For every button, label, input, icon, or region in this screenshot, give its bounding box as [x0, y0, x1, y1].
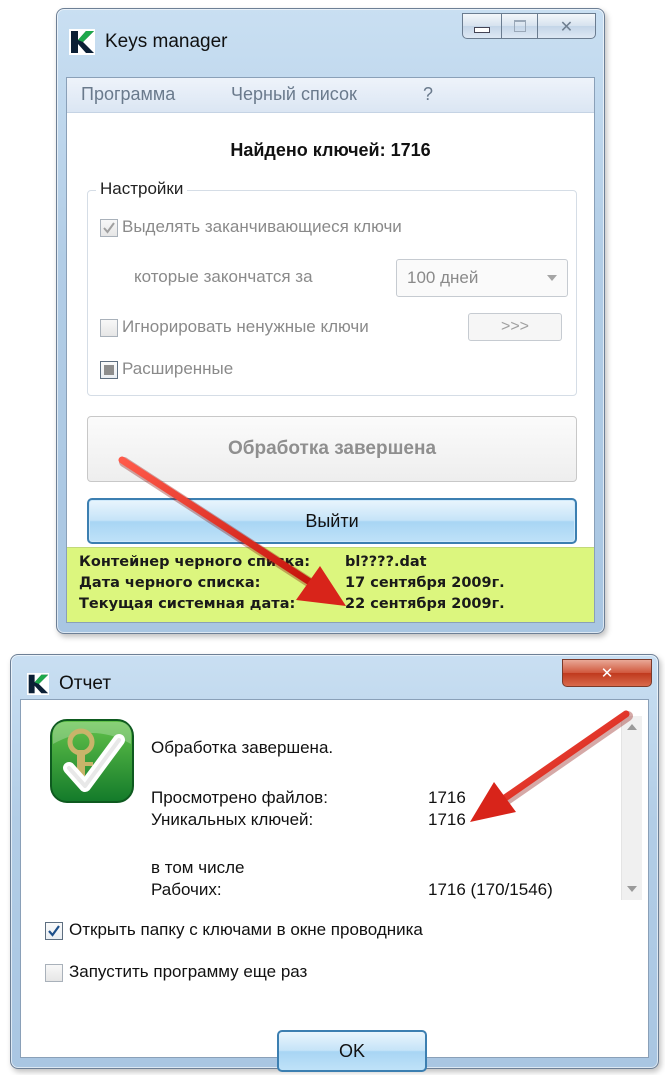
- files-viewed-label: Просмотрено файлов:: [151, 788, 328, 807]
- exit-button[interactable]: Выйти: [87, 498, 577, 544]
- working-keys-value: 1716 (170/1546): [428, 880, 553, 899]
- menu-bar: Программа Черный список ?: [67, 78, 594, 113]
- unique-keys-label: Уникальных ключей:: [151, 810, 314, 829]
- blacklist-date-label: Дата черного списка:: [79, 575, 261, 591]
- blacklist-container-label: Контейнер черного списка:: [79, 554, 311, 570]
- restart-label: Запустить программу еще раз: [69, 962, 308, 981]
- menu-help[interactable]: ?: [423, 84, 433, 105]
- including-label: в том числе: [151, 858, 245, 877]
- checkmark-icon: [48, 925, 60, 937]
- extended-label: Расширенные: [122, 359, 234, 378]
- expire-within-label: которые закончатся за: [134, 267, 313, 286]
- highlight-expiring-label: Выделять заканчивающиеся ключи: [122, 217, 402, 236]
- restart-checkbox[interactable]: [45, 964, 63, 982]
- title-bar[interactable]: Keys manager ✕: [57, 9, 604, 69]
- kaspersky-k-icon: [27, 673, 49, 695]
- expire-days-value: 100 дней: [407, 268, 479, 287]
- caption-buttons: ✕: [462, 13, 596, 39]
- ok-button[interactable]: OK: [277, 1030, 427, 1072]
- close-icon: ✕: [559, 16, 574, 36]
- minimize-icon: [474, 27, 490, 33]
- chevron-down-icon: [547, 275, 557, 281]
- keys-client-area: Программа Черный список ? Найдено ключей…: [66, 77, 595, 623]
- kaspersky-k-icon: [69, 29, 95, 55]
- expire-days-select[interactable]: 100 дней: [396, 259, 568, 297]
- open-folder-checkbox[interactable]: [45, 922, 63, 940]
- highlight-expiring-checkbox[interactable]: [100, 219, 118, 237]
- close-button[interactable]: ✕: [538, 13, 596, 39]
- unique-keys-value: 1716: [428, 810, 466, 829]
- checkmark-icon: [103, 222, 115, 234]
- blacklist-date-value: 17 сентября 2009г.: [345, 575, 505, 591]
- report-client-area: Обработка завершена. Просмотрено файлов:…: [20, 699, 649, 1072]
- report-scrollbar[interactable]: [621, 716, 642, 900]
- processing-complete-button[interactable]: Обработка завершена: [87, 416, 577, 482]
- maximize-button[interactable]: [502, 13, 538, 39]
- blacklist-container-value: bl????.dat: [345, 554, 427, 570]
- status-panel: Контейнер черного списка: bl????.dat Дат…: [67, 547, 594, 622]
- scroll-down-icon[interactable]: [627, 886, 637, 892]
- found-keys-title: Найдено ключей: 1716: [230, 140, 431, 160]
- scroll-up-icon[interactable]: [627, 724, 637, 730]
- report-window-title: Отчет: [59, 673, 112, 694]
- report-close-button[interactable]: ✕: [562, 659, 652, 687]
- keys-success-icon: [47, 716, 137, 806]
- system-date-label: Текущая системная дата:: [79, 596, 296, 612]
- keys-manager-window: Keys manager ✕ Программа Черный список ?…: [56, 8, 605, 634]
- ignore-unneeded-label: Игнорировать ненужные ключи: [122, 317, 369, 336]
- system-date-value: 22 сентября 2009г.: [345, 596, 505, 612]
- report-title-bar[interactable]: Отчет ✕: [11, 655, 658, 695]
- files-viewed-value: 1716: [428, 788, 466, 807]
- menu-program[interactable]: Программа: [81, 84, 175, 105]
- working-keys-label: Рабочих:: [151, 880, 222, 899]
- report-heading: Обработка завершена.: [151, 738, 334, 757]
- ignore-unneeded-checkbox[interactable]: [100, 319, 118, 337]
- settings-group: Настройки Выделять заканчивающиеся ключи…: [87, 179, 577, 396]
- open-folder-label: Открыть папку с ключами в окне проводник…: [69, 920, 423, 939]
- extended-checkbox[interactable]: [100, 361, 118, 379]
- settings-group-label: Настройки: [96, 179, 188, 199]
- more-options-button[interactable]: >>>: [468, 313, 562, 341]
- report-window: Отчет ✕ Обработка завершена. Просмотрено…: [10, 654, 659, 1072]
- window-title: Keys manager: [105, 31, 228, 52]
- menu-blacklist[interactable]: Черный список: [231, 84, 357, 105]
- minimize-button[interactable]: [462, 13, 502, 39]
- close-icon: ✕: [600, 664, 614, 682]
- maximize-icon: [513, 20, 526, 32]
